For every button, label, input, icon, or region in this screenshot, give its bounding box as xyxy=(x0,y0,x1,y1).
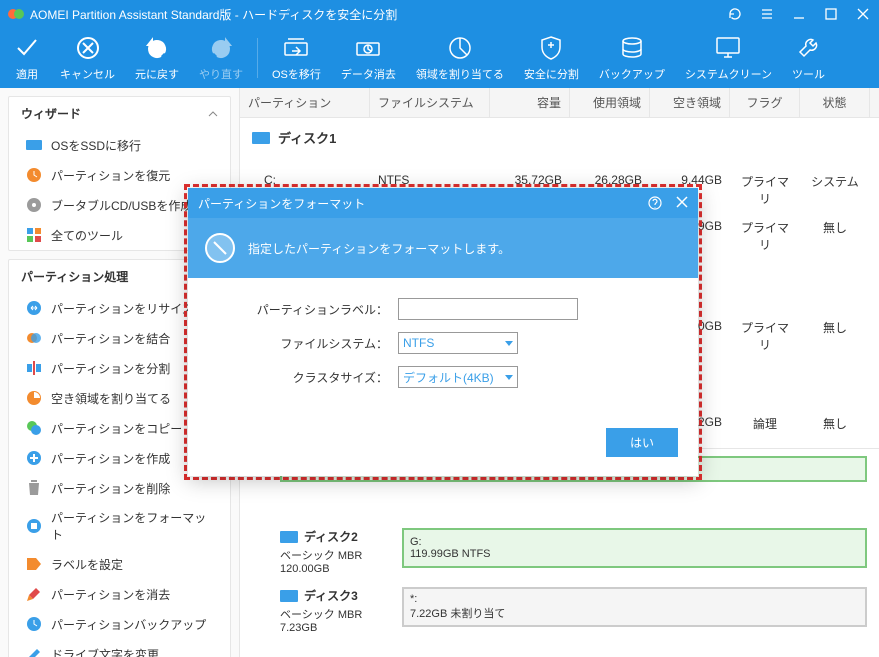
resize-icon xyxy=(25,299,43,317)
merge-icon xyxy=(25,329,43,347)
disk-icon xyxy=(280,531,298,543)
restore-icon xyxy=(25,166,43,184)
minimize-icon[interactable] xyxy=(791,6,807,22)
shield-icon xyxy=(539,34,563,62)
grid-icon xyxy=(25,226,43,244)
split-icon xyxy=(25,359,43,377)
toolbar: 適用 キャンセル 元に戻す やり直す OSを移行 データ消去 領域を割り当てる … xyxy=(0,28,879,88)
redo-button: やり直す xyxy=(189,30,253,86)
chevron-down-icon xyxy=(505,341,513,346)
wizard-header[interactable]: ウィザード xyxy=(9,97,230,130)
partition-label-input[interactable] xyxy=(398,298,578,320)
partition-label-label: パーティションラベル： xyxy=(218,301,398,318)
safesplit-button[interactable]: 安全に分割 xyxy=(514,30,589,86)
undo-icon xyxy=(144,34,170,62)
app-logo-icon xyxy=(8,6,24,22)
cluster-select[interactable]: デフォルト(4KB) xyxy=(398,366,518,388)
broom-icon xyxy=(25,585,43,603)
label-icon xyxy=(25,555,43,573)
sidebar-item-wipe[interactable]: パーティションを消去 xyxy=(9,579,230,609)
dialog-banner: 指定したパーティションをフォーマットします。 xyxy=(188,218,698,278)
dialog-titlebar: パーティションをフォーマット xyxy=(188,188,698,218)
cancel-icon xyxy=(75,34,101,62)
redo-icon xyxy=(208,34,234,62)
clock-icon xyxy=(25,615,43,633)
table-header: パーティション ファイルシステム 容量 使用領域 空き領域 フラグ 状態 xyxy=(240,88,879,118)
pie-icon xyxy=(447,34,473,62)
allocate-button[interactable]: 領域を割り当てる xyxy=(406,30,514,86)
disk3-info: ディスク3 ベーシック MBR 7.23GB xyxy=(280,587,390,634)
chevron-down-icon xyxy=(505,375,513,380)
format-icon xyxy=(25,517,43,535)
format-banner-icon xyxy=(204,232,236,264)
menu-icon[interactable] xyxy=(759,6,775,22)
backup-icon xyxy=(619,34,645,62)
apply-button[interactable]: 適用 xyxy=(4,30,50,86)
sidebar-item-letter[interactable]: ドライブ文字を変更 xyxy=(9,639,230,657)
help-icon[interactable] xyxy=(648,196,662,210)
close-icon[interactable] xyxy=(855,6,871,22)
erase-button[interactable]: データ消去 xyxy=(331,30,406,86)
disk-icon xyxy=(252,132,270,144)
ok-button[interactable]: はい xyxy=(606,428,678,457)
window-title: AOMEI Partition Assistant Standard版 - ハー… xyxy=(30,6,727,23)
tools-button[interactable]: ツール xyxy=(782,30,835,86)
sidebar-item-migrate-os[interactable]: OSをSSDに移行 xyxy=(9,130,230,160)
format-dialog: パーティションをフォーマット 指定したパーティションをフォーマットします。 パー… xyxy=(188,188,698,476)
copy-icon xyxy=(25,419,43,437)
monitor-icon xyxy=(714,34,742,62)
sidebar-item-delete[interactable]: パーティションを削除 xyxy=(9,473,230,503)
allocate-icon xyxy=(25,389,43,407)
disk3-usage-bar[interactable]: *: 7.22GB 未割り当て xyxy=(402,587,867,627)
create-icon xyxy=(25,449,43,467)
maximize-icon[interactable] xyxy=(823,6,839,22)
filesystem-label: ファイルシステム： xyxy=(218,335,398,352)
pencil-icon xyxy=(25,645,43,657)
sidebar-item-label[interactable]: ラベルを設定 xyxy=(9,549,230,579)
sidebar-item-restore[interactable]: パーティションを復元 xyxy=(9,160,230,190)
cd-icon xyxy=(25,196,43,214)
migrate-icon xyxy=(282,34,310,62)
backup-button[interactable]: バックアップ xyxy=(589,30,675,86)
sidebar-item-format[interactable]: パーティションをフォーマット xyxy=(9,503,230,549)
chevron-up-icon xyxy=(208,111,218,117)
migrate-button[interactable]: OSを移行 xyxy=(262,30,331,86)
cancel-button[interactable]: キャンセル xyxy=(50,30,125,86)
disk2-info: ディスク2 ベーシック MBR 120.00GB xyxy=(280,528,390,575)
cluster-label: クラスタサイズ： xyxy=(218,369,398,386)
clean-button[interactable]: システムクリーン xyxy=(675,30,782,86)
disk1-header[interactable]: ディスク1 xyxy=(240,122,879,153)
wrench-icon xyxy=(797,34,821,62)
trash-icon xyxy=(25,479,43,497)
disk2-usage-bar[interactable]: G: 119.99GB NTFS xyxy=(402,528,867,568)
refresh-icon[interactable] xyxy=(727,6,743,22)
check-icon xyxy=(14,34,40,62)
sidebar-item-backup[interactable]: パーティションバックアップ xyxy=(9,609,230,639)
filesystem-select[interactable]: NTFS xyxy=(398,332,518,354)
erase-icon xyxy=(354,34,382,62)
disk-icon xyxy=(25,136,43,154)
close-icon[interactable] xyxy=(676,196,688,210)
titlebar: AOMEI Partition Assistant Standard版 - ハー… xyxy=(0,0,879,28)
undo-button[interactable]: 元に戻す xyxy=(125,30,189,86)
disk-icon xyxy=(280,590,298,602)
